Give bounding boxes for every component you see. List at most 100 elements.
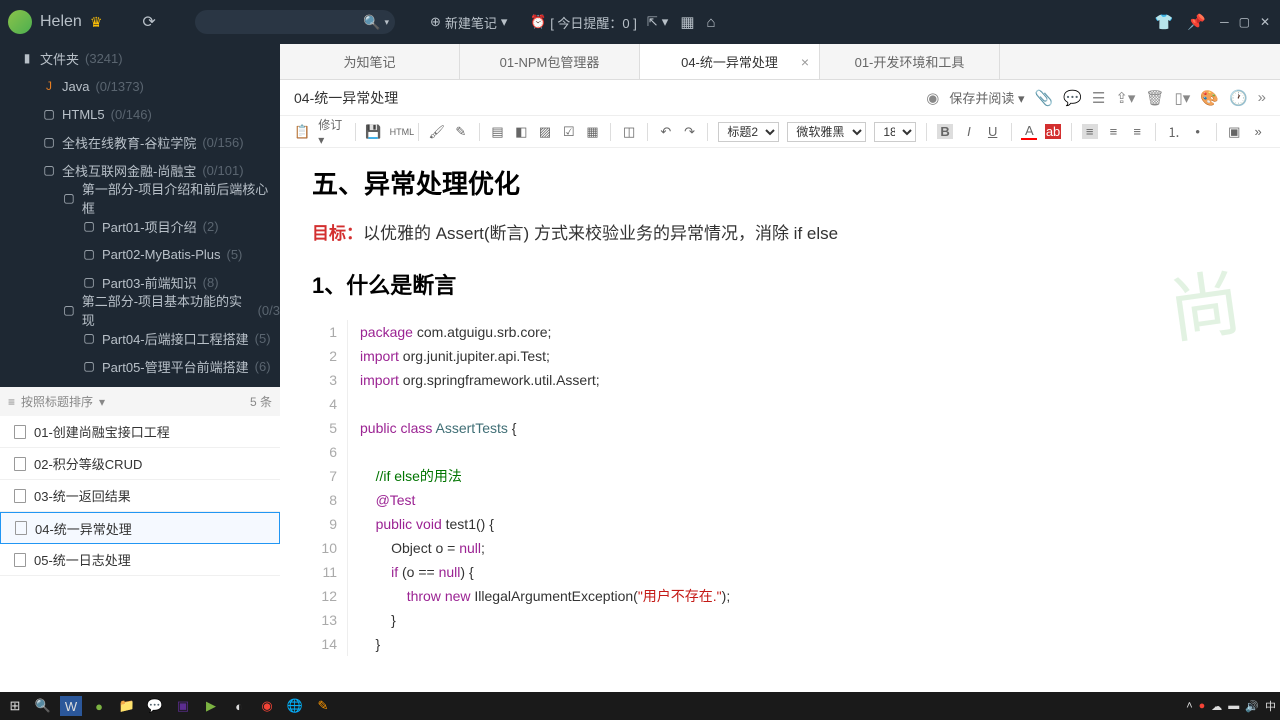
html-icon[interactable]: HTML bbox=[390, 127, 408, 137]
tree-item-part2[interactable]: ▢第二部分-项目基本功能的实现 (0/3 bbox=[0, 296, 280, 324]
app-notes[interactable]: ✎ bbox=[312, 696, 334, 716]
outline-icon[interactable]: ☰ bbox=[1092, 89, 1105, 107]
align-center-icon[interactable]: ≡ bbox=[1106, 124, 1122, 139]
image-icon[interactable]: ▣ bbox=[1226, 124, 1242, 140]
tree-item-part04[interactable]: ▢Part04-后端接口工程搭建 (5) bbox=[0, 324, 280, 352]
app-red[interactable]: ◉ bbox=[256, 696, 278, 716]
tree-item-html5[interactable]: ▢HTML5 (0/146) bbox=[0, 100, 280, 128]
note-item[interactable]: 03-统一返回结果 bbox=[0, 480, 280, 512]
tab-devenv[interactable]: 01-开发环境和工具 bbox=[820, 44, 1000, 79]
bold-icon[interactable]: B bbox=[937, 124, 953, 139]
link-icon[interactable]: ◫ bbox=[621, 124, 637, 140]
app-idea[interactable]: ▶ bbox=[200, 696, 222, 716]
folder-icon: ▢ bbox=[82, 359, 96, 373]
clipboard-icon[interactable]: 📋 bbox=[294, 124, 310, 140]
system-tray[interactable]: ˄ ● ☁ ▬ 🔊 中 bbox=[1186, 698, 1276, 714]
app-chrome[interactable]: 🌐 bbox=[284, 696, 306, 716]
app-explorer[interactable]: 📁 bbox=[116, 696, 138, 716]
size-select[interactable]: 18 bbox=[874, 122, 916, 142]
ol-icon[interactable]: ⒈ bbox=[1166, 122, 1182, 141]
eraser-icon[interactable]: ◧ bbox=[513, 124, 529, 140]
tray-up-icon[interactable]: ˄ bbox=[1186, 700, 1192, 712]
brush-icon[interactable]: 🖌 bbox=[428, 124, 445, 140]
attachment-icon[interactable]: 📎 bbox=[1035, 89, 1054, 107]
maximize-button[interactable]: ▢ bbox=[1239, 15, 1250, 29]
comment-icon[interactable]: 💬 bbox=[1063, 89, 1082, 107]
app-wechat[interactable]: 💬 bbox=[144, 696, 166, 716]
align-left-icon[interactable]: ≡ bbox=[1082, 124, 1098, 139]
sync-icon[interactable]: ⟳ bbox=[142, 12, 155, 32]
more-icon[interactable]: » bbox=[1258, 89, 1266, 106]
folder-icon: ▢ bbox=[62, 303, 76, 317]
folder-icon: ▢ bbox=[82, 275, 96, 289]
clock-icon[interactable]: 🕐 bbox=[1229, 89, 1248, 107]
search-task-icon[interactable]: 🔍 bbox=[32, 696, 54, 716]
app-360[interactable]: ● bbox=[88, 696, 110, 716]
close-icon[interactable]: × bbox=[801, 54, 809, 70]
tree-item-part05[interactable]: ▢Part05-管理平台前端搭建 (6) bbox=[0, 352, 280, 380]
undo-icon[interactable]: ↶ bbox=[658, 124, 674, 140]
tab-wiznote[interactable]: 为知笔记 bbox=[280, 44, 460, 79]
doc-body[interactable]: 尚 五、异常处理优化 目标：以优雅的 Assert(断言) 方式来校验业务的异常… bbox=[280, 148, 1280, 692]
grid-icon[interactable]: ▦ bbox=[680, 13, 694, 31]
bgcolor-icon[interactable]: ab bbox=[1045, 124, 1061, 139]
underline-icon[interactable]: U bbox=[985, 124, 1001, 139]
tree-item-part02[interactable]: ▢Part02-MyBatis-Plus (5) bbox=[0, 240, 280, 268]
pen-icon[interactable]: ✎ bbox=[453, 124, 469, 140]
share-icon[interactable]: ⇪▾ bbox=[1115, 89, 1135, 107]
more-toolbar-icon[interactable]: » bbox=[1250, 124, 1266, 139]
folder-icon: ▮ bbox=[20, 51, 34, 65]
redo-icon[interactable]: ↷ bbox=[682, 124, 698, 140]
delete-icon[interactable]: 🗑 bbox=[1145, 89, 1164, 107]
minimize-button[interactable]: ─ bbox=[1220, 15, 1229, 29]
reminder-button[interactable]: ⏰ [ 今日提醒：0 ] ⇱ ▾ ▦ ⌂ bbox=[530, 13, 716, 32]
heading-select[interactable]: 标题2 bbox=[718, 122, 779, 142]
code-block: 1234567891011121314 package com.atguigu.… bbox=[312, 320, 1248, 656]
tree-item-guli[interactable]: ▢全栈在线教育-谷粒学院 (0/156) bbox=[0, 128, 280, 156]
tree-item-java[interactable]: JJava (0/1373) bbox=[0, 72, 280, 100]
tray-ime[interactable]: 中 bbox=[1265, 698, 1276, 714]
align-right-icon[interactable]: ≡ bbox=[1129, 124, 1145, 139]
tab-exception[interactable]: 04-统一异常处理× bbox=[640, 44, 820, 79]
tray-volume-icon[interactable]: 🔊 bbox=[1245, 700, 1259, 713]
home-icon[interactable]: ⌂ bbox=[707, 14, 716, 31]
note-item[interactable]: 02-积分等级CRUD bbox=[0, 448, 280, 480]
clear-icon[interactable]: ▨ bbox=[537, 124, 553, 140]
pin-icon[interactable]: 📌 bbox=[1187, 13, 1206, 31]
new-note-button[interactable]: ⊕ 新建笔记 ▾ bbox=[430, 13, 507, 32]
palette-icon[interactable]: 🎨 bbox=[1200, 89, 1219, 107]
ul-icon[interactable]: • bbox=[1190, 124, 1206, 139]
list-icon: ≡ bbox=[8, 395, 15, 409]
save-icon[interactable]: 💾 bbox=[365, 124, 381, 140]
folder-root[interactable]: ▮ 文件夹 (3241) bbox=[0, 44, 280, 72]
app-obs[interactable]: ◐ bbox=[228, 696, 250, 716]
font-select[interactable]: 微软雅黑 bbox=[787, 122, 866, 142]
fontcolor-icon[interactable]: A bbox=[1021, 123, 1037, 140]
tray-cloud-icon[interactable]: ☁ bbox=[1211, 700, 1222, 713]
tree-item-part1[interactable]: ▢第一部分-项目介绍和前后端核心框 bbox=[0, 184, 280, 212]
note-item[interactable]: 05-统一日志处理 bbox=[0, 544, 280, 576]
close-button[interactable]: ✕ bbox=[1260, 15, 1270, 29]
folder-icon: ▢ bbox=[42, 163, 56, 177]
app-word[interactable]: W bbox=[60, 696, 82, 716]
start-button[interactable]: ⊞ bbox=[4, 696, 26, 716]
username: Helen bbox=[40, 13, 82, 31]
tray-rec-icon[interactable]: ● bbox=[1199, 700, 1206, 712]
tab-npm[interactable]: 01-NPM包管理器 bbox=[460, 44, 640, 79]
book-icon[interactable]: ▯▾ bbox=[1174, 89, 1190, 107]
sort-bar[interactable]: ≡ 按照标题排序 ▾ 5 条 bbox=[0, 386, 280, 416]
table-icon[interactable]: ▦ bbox=[585, 124, 601, 140]
doc-icon bbox=[14, 425, 26, 439]
save-read-button[interactable]: 保存并阅读 ▾ bbox=[949, 88, 1024, 107]
app-vscode[interactable]: ▣ bbox=[172, 696, 194, 716]
note-item[interactable]: 01-创建尚融宝接口工程 bbox=[0, 416, 280, 448]
search-input[interactable]: 🔍 ▾ bbox=[195, 10, 395, 34]
note-item-selected[interactable]: 04-统一异常处理 bbox=[0, 512, 280, 544]
user-profile[interactable]: Helen ♛ bbox=[8, 10, 102, 34]
checkbox-icon[interactable]: ☑ bbox=[561, 124, 577, 140]
paint-icon[interactable]: ▤ bbox=[490, 124, 506, 140]
shirt-icon[interactable]: 👕 bbox=[1155, 13, 1174, 31]
tray-battery-icon[interactable]: ▬ bbox=[1228, 700, 1239, 712]
revise-button[interactable]: 修订▾ bbox=[318, 116, 344, 147]
italic-icon[interactable]: I bbox=[961, 124, 977, 139]
